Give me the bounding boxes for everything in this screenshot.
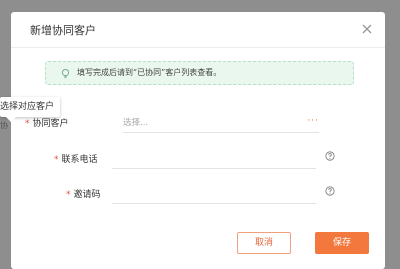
customer-select-field[interactable]: ··· [123,114,319,133]
dialog-header: 新增协同客户 [11,12,385,48]
customer-select-input[interactable] [123,116,319,130]
invite-code-label-text: 邀请码 [73,190,101,200]
add-collaborative-customer-dialog: 新增协同客户 填写完成后请到“已协同”客户列表查看。 *协同客户 ··· *联系… [11,12,385,269]
cancel-button[interactable]: 取消 [237,232,291,254]
invite-code-label: * 邀请码 [66,187,101,200]
more-dots-icon[interactable]: ··· [307,116,319,126]
customer-label-text: 协同客户 [32,119,69,129]
phone-field[interactable] [112,150,316,169]
lightbulb-icon [61,69,70,79]
customer-label: * 协同客户 [25,116,69,129]
select-customer-tooltip: 选择对应客户 [0,97,61,122]
notice-banner: 填写完成后请到“已协同”客户列表查看。 [45,61,354,85]
phone-input[interactable] [112,152,316,166]
required-mark: * [66,190,71,200]
close-icon[interactable] [361,23,373,35]
invite-code-input[interactable] [112,187,316,201]
tooltip-text: 选择对应客户 [0,102,55,112]
required-mark: * [25,119,30,129]
save-button[interactable]: 保存 [315,232,369,254]
invite-code-field[interactable] [112,185,316,204]
required-mark: * [54,155,59,165]
phone-label: * 联系电话 [54,152,98,165]
phone-label-text: 联系电话 [61,155,98,165]
dialog-title: 新增协同客户 [30,24,96,37]
partially-hidden-label: 协 [0,121,8,130]
question-circle-icon[interactable] [325,151,335,161]
question-circle-icon[interactable] [325,186,335,196]
notice-text: 填写完成后请到“已协同”客户列表查看。 [77,68,222,77]
